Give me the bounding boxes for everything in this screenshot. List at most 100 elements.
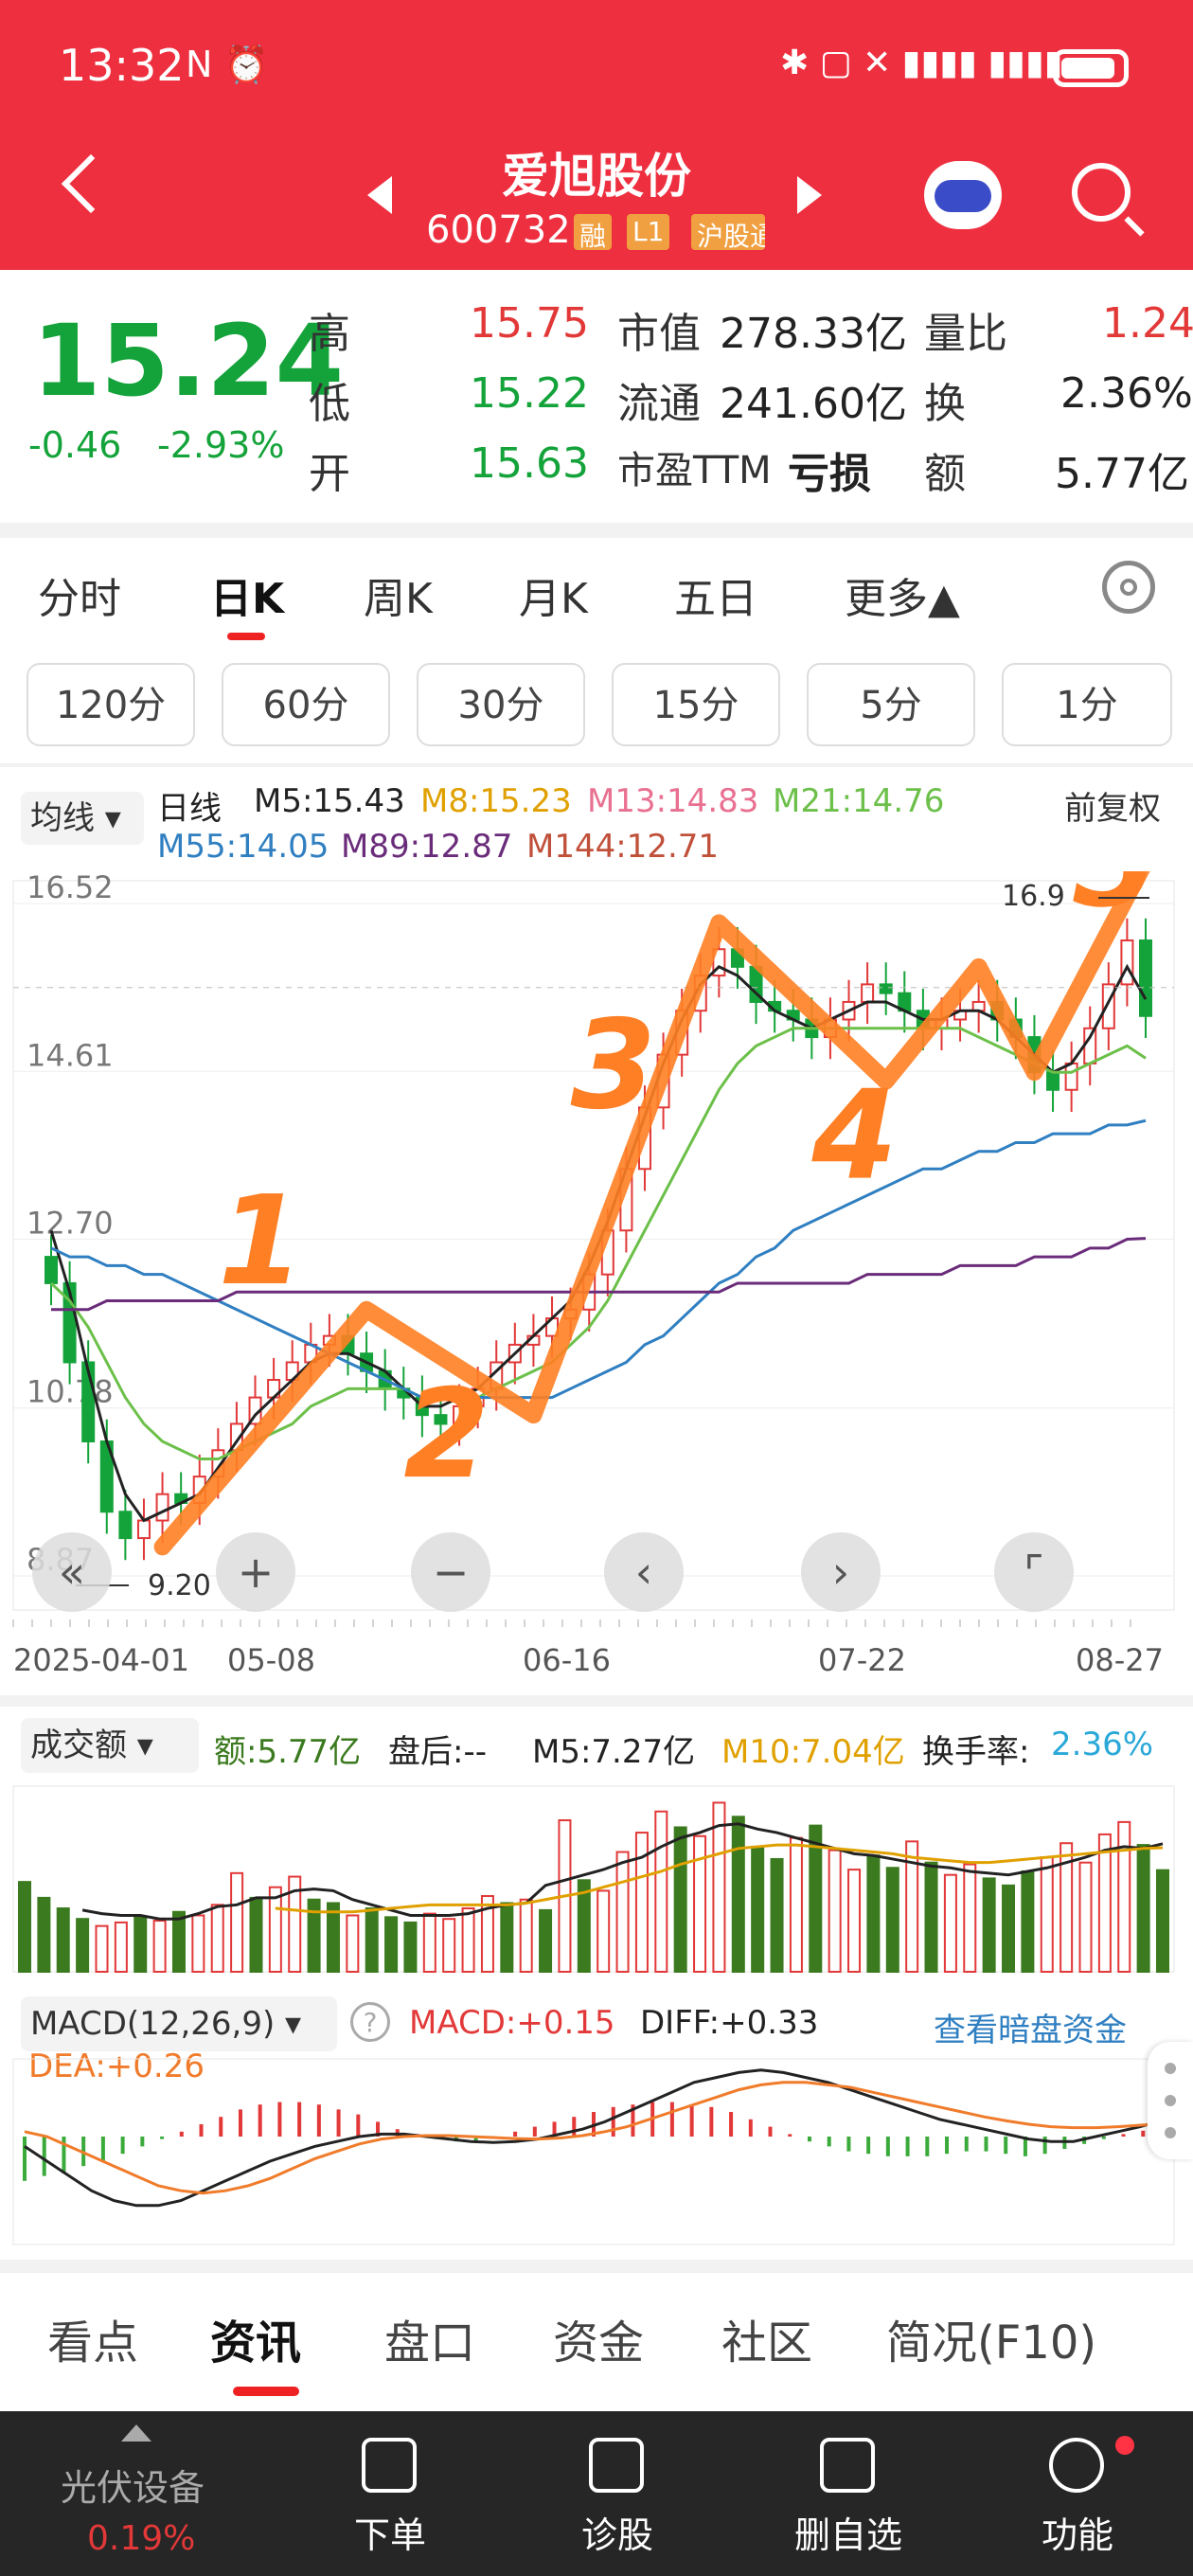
turnover-value: 2.36% bbox=[1051, 1726, 1154, 1763]
min-1-button[interactable]: 1分 bbox=[1002, 663, 1172, 746]
expand-icon[interactable] bbox=[121, 2424, 151, 2442]
dark-pool-link[interactable]: 查看暗盘资金 bbox=[934, 2004, 1127, 2050]
volume-bar bbox=[866, 1854, 881, 1973]
stock-name: 爱旭股份 bbox=[502, 149, 691, 204]
volume-bar bbox=[134, 1916, 148, 1973]
candle bbox=[1101, 983, 1115, 1029]
min-120-button[interactable]: 120分 bbox=[27, 663, 195, 746]
tab-underline bbox=[227, 633, 265, 640]
candle bbox=[118, 1511, 133, 1540]
value-low: 15.22 bbox=[470, 369, 589, 418]
assistant-robot-icon[interactable] bbox=[924, 161, 1002, 229]
zoom-in-icon[interactable]: + bbox=[216, 1532, 295, 1612]
tab-monthly-k[interactable]: 月K bbox=[519, 564, 588, 625]
min-60-button[interactable]: 60分 bbox=[222, 663, 390, 746]
volume-bar bbox=[442, 1918, 456, 1973]
volume-bar bbox=[963, 1863, 977, 1973]
min-30-button[interactable]: 30分 bbox=[417, 663, 585, 746]
remove-watchlist-icon[interactable] bbox=[820, 2438, 875, 2493]
value-open: 15.63 bbox=[470, 439, 589, 488]
tab-community[interactable]: 社区 bbox=[721, 2305, 812, 2371]
nav-order[interactable]: 下单 bbox=[314, 2506, 466, 2558]
help-icon[interactable]: ? bbox=[350, 2002, 390, 2042]
scroll-left-icon[interactable]: ‹ bbox=[604, 1532, 684, 1612]
ma-m13: M13:14.83 bbox=[587, 782, 759, 820]
fullscreen-icon[interactable]: ⌜ bbox=[994, 1532, 1074, 1612]
price-change: -0.46 bbox=[28, 424, 122, 466]
sector-name[interactable]: 光伏设备 bbox=[61, 2459, 205, 2511]
search-icon[interactable] bbox=[1072, 163, 1131, 222]
ma-m8: M8:15.23 bbox=[420, 782, 572, 820]
notification-dot bbox=[1115, 2436, 1134, 2455]
volume-m10: M10:7.04亿 bbox=[721, 1733, 905, 1771]
y-tick-label: 14.61 bbox=[27, 1037, 114, 1073]
candle bbox=[136, 1519, 151, 1540]
tag-margin: 融 bbox=[574, 214, 613, 252]
tab-intraday[interactable]: 分时 bbox=[38, 564, 121, 625]
menu-icon[interactable] bbox=[1049, 2438, 1104, 2493]
adjust-mode[interactable]: 前复权 bbox=[1064, 782, 1161, 829]
volume-chart bbox=[12, 1785, 1175, 1974]
divider bbox=[0, 763, 1193, 767]
control-button-glyph: › bbox=[832, 1547, 849, 1598]
x-tick-label: 06-16 bbox=[523, 1642, 611, 1678]
turnover-label: 换手率: bbox=[922, 1733, 1030, 1771]
annotation-wave-2: 2 bbox=[403, 1362, 489, 1506]
volume-bar bbox=[615, 1851, 630, 1973]
x-tick-label: 08-27 bbox=[1076, 1642, 1164, 1678]
ma-m55: M55:14.05 bbox=[157, 828, 329, 866]
tab-weekly-k[interactable]: 周K bbox=[364, 564, 433, 625]
tag-connect: 沪股通 bbox=[691, 214, 765, 250]
label-pe: 市盈TTM bbox=[617, 449, 772, 492]
ma-m144: M144:12.71 bbox=[526, 828, 720, 866]
next-stock-icon[interactable] bbox=[797, 176, 822, 214]
tab-funds[interactable]: 资金 bbox=[553, 2305, 644, 2371]
diagnose-icon[interactable] bbox=[589, 2438, 644, 2493]
label-market-cap: 市值 bbox=[617, 310, 701, 358]
value-high: 15.75 bbox=[470, 299, 589, 348]
volume-bar bbox=[114, 1921, 128, 1973]
floating-more-button[interactable] bbox=[1148, 2042, 1193, 2159]
label-low: 低 bbox=[309, 380, 350, 428]
candle bbox=[45, 1256, 58, 1284]
tab-highlights[interactable]: 看点 bbox=[47, 2305, 138, 2371]
value-volume-ratio: 1.24 bbox=[1102, 299, 1193, 348]
zoom-out-icon[interactable]: − bbox=[411, 1532, 490, 1612]
ma-selector[interactable]: 均线 ▾ bbox=[21, 792, 144, 845]
tab-order-book[interactable]: 盘口 bbox=[384, 2305, 475, 2371]
nav-diagnose[interactable]: 诊股 bbox=[542, 2506, 693, 2558]
chart-settings-icon[interactable] bbox=[1102, 561, 1155, 614]
min-15-button[interactable]: 15分 bbox=[612, 663, 780, 746]
divider bbox=[0, 2260, 1193, 2273]
volume-m5: M5:7.27亿 bbox=[532, 1733, 696, 1771]
volume-bar bbox=[1097, 1833, 1112, 1973]
collapse-chart-icon[interactable]: « bbox=[32, 1532, 112, 1612]
order-icon[interactable] bbox=[362, 2438, 417, 2493]
volume-bar bbox=[152, 1920, 167, 1973]
candle bbox=[879, 983, 893, 994]
tab-news[interactable]: 资讯 bbox=[210, 2305, 301, 2371]
scroll-right-icon[interactable]: › bbox=[801, 1532, 881, 1612]
ma-m21: M21:14.76 bbox=[773, 782, 945, 820]
y-tick-label: 16.52 bbox=[27, 871, 114, 905]
volume-indicator-selector[interactable]: 成交额 ▾ bbox=[21, 1718, 199, 1773]
volume-bar bbox=[384, 1916, 399, 1973]
nav-function[interactable]: 功能 bbox=[1002, 2506, 1153, 2558]
volume-bar bbox=[751, 1845, 765, 1973]
macd-indicator-selector[interactable]: MACD(12,26,9) ▾ bbox=[21, 1996, 337, 2051]
k-line-chart[interactable]: 16.5214.6112.7010.788.87123459.2016.9202… bbox=[0, 871, 1193, 1686]
min-5-button[interactable]: 5分 bbox=[807, 663, 975, 746]
annotation-wave-1: 1 bbox=[218, 1169, 303, 1313]
nav-remove-watchlist[interactable]: 删自选 bbox=[773, 2506, 924, 2558]
tab-f10[interactable]: 简况(F10) bbox=[886, 2305, 1096, 2371]
label-turnover: 换 bbox=[924, 380, 966, 428]
control-button-glyph: − bbox=[433, 1547, 470, 1598]
volume-bar bbox=[230, 1871, 244, 1973]
tab-more[interactable]: 更多▲ bbox=[845, 564, 960, 625]
annotation-wave-5: 5 bbox=[1072, 871, 1157, 935]
tab-daily-k[interactable]: 日K bbox=[210, 564, 284, 625]
annotation-wave-4: 4 bbox=[810, 1064, 897, 1208]
tab-five-day[interactable]: 五日 bbox=[674, 564, 757, 625]
stock-code: 600732 bbox=[426, 208, 571, 252]
control-button-glyph: ⌜ bbox=[1024, 1547, 1044, 1598]
